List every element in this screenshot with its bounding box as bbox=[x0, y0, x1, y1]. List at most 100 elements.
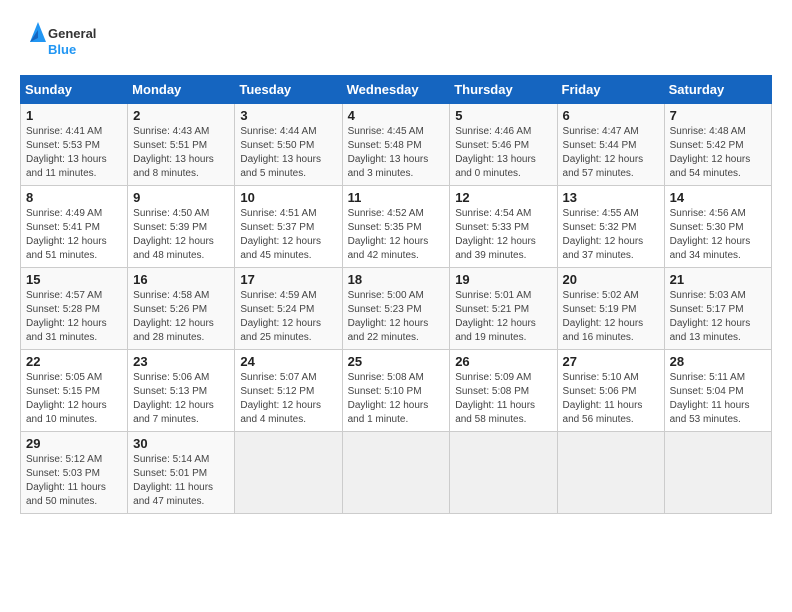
calendar-cell: 10 Sunrise: 4:51 AM Sunset: 5:37 PM Dayli… bbox=[235, 186, 342, 268]
calendar-cell: 24 Sunrise: 5:07 AM Sunset: 5:12 PM Dayli… bbox=[235, 350, 342, 432]
day-details: Sunrise: 5:08 AM Sunset: 5:10 PM Dayligh… bbox=[348, 371, 445, 427]
calendar-cell bbox=[664, 432, 771, 514]
day-details: Sunrise: 4:56 AM Sunset: 5:30 PM Dayligh… bbox=[670, 207, 766, 263]
day-header-sunday: Sunday bbox=[21, 76, 128, 104]
calendar-week-4: 22 Sunrise: 5:05 AM Sunset: 5:15 PM Dayli… bbox=[21, 350, 772, 432]
day-header-wednesday: Wednesday bbox=[342, 76, 450, 104]
calendar-cell: 5 Sunrise: 4:46 AM Sunset: 5:46 PM Daylig… bbox=[450, 104, 557, 186]
calendar-cell: 3Sunrise: 4:44 AM Sunset: 5:50 PM Daylig… bbox=[235, 104, 342, 186]
calendar-cell: 18 Sunrise: 5:00 AM Sunset: 5:23 PM Dayli… bbox=[342, 268, 450, 350]
day-number: 17 bbox=[240, 272, 336, 287]
day-number: 28 bbox=[670, 354, 766, 369]
calendar-cell: 30 Sunrise: 5:14 AM Sunset: 5:01 PM Dayli… bbox=[128, 432, 235, 514]
day-details: Sunrise: 4:46 AM Sunset: 5:46 PM Dayligh… bbox=[455, 125, 551, 181]
day-details: Sunrise: 4:41 AM Sunset: 5:53 PM Dayligh… bbox=[26, 125, 122, 181]
day-number: 1 bbox=[26, 108, 122, 123]
day-number: 30 bbox=[133, 436, 229, 451]
day-details: Sunrise: 5:14 AM Sunset: 5:01 PM Dayligh… bbox=[133, 453, 229, 509]
day-details: Sunrise: 4:55 AM Sunset: 5:32 PM Dayligh… bbox=[563, 207, 659, 263]
day-details: Sunrise: 5:09 AM Sunset: 5:08 PM Dayligh… bbox=[455, 371, 551, 427]
day-number: 21 bbox=[670, 272, 766, 287]
day-details: Sunrise: 4:49 AM Sunset: 5:41 PM Dayligh… bbox=[26, 207, 122, 263]
day-details: Sunrise: 4:57 AM Sunset: 5:28 PM Dayligh… bbox=[26, 289, 122, 345]
calendar-cell: 2 Sunrise: 4:43 AM Sunset: 5:51 PM Daylig… bbox=[128, 104, 235, 186]
calendar-week-5: 29 Sunrise: 5:12 AM Sunset: 5:03 PM Dayli… bbox=[21, 432, 772, 514]
calendar-cell: 12 Sunrise: 4:54 AM Sunset: 5:33 PM Dayli… bbox=[450, 186, 557, 268]
day-number: 20 bbox=[563, 272, 659, 287]
day-number: 29 bbox=[26, 436, 122, 451]
calendar-cell: 14 Sunrise: 4:56 AM Sunset: 5:30 PM Dayli… bbox=[664, 186, 771, 268]
day-number: 23 bbox=[133, 354, 229, 369]
calendar-cell: 9Sunrise: 4:50 AM Sunset: 5:39 PM Daylig… bbox=[128, 186, 235, 268]
calendar-cell bbox=[557, 432, 664, 514]
page-header: General Blue bbox=[20, 20, 772, 65]
calendar-week-1: 1 Sunrise: 4:41 AM Sunset: 5:53 PM Daylig… bbox=[21, 104, 772, 186]
day-details: Sunrise: 4:54 AM Sunset: 5:33 PM Dayligh… bbox=[455, 207, 551, 263]
day-number: 15 bbox=[26, 272, 122, 287]
day-number: 7 bbox=[670, 108, 766, 123]
calendar-cell: 1 Sunrise: 4:41 AM Sunset: 5:53 PM Daylig… bbox=[21, 104, 128, 186]
calendar-cell: 25 Sunrise: 5:08 AM Sunset: 5:10 PM Dayli… bbox=[342, 350, 450, 432]
day-details: Sunrise: 5:03 AM Sunset: 5:17 PM Dayligh… bbox=[670, 289, 766, 345]
calendar-week-3: 15 Sunrise: 4:57 AM Sunset: 5:28 PM Dayli… bbox=[21, 268, 772, 350]
calendar-cell: 21 Sunrise: 5:03 AM Sunset: 5:17 PM Dayli… bbox=[664, 268, 771, 350]
day-number: 4 bbox=[348, 108, 445, 123]
svg-text:General: General bbox=[48, 26, 96, 41]
day-number: 14 bbox=[670, 190, 766, 205]
day-number: 10 bbox=[240, 190, 336, 205]
calendar-cell: 26Sunrise: 5:09 AM Sunset: 5:08 PM Dayli… bbox=[450, 350, 557, 432]
calendar-cell: 22 Sunrise: 5:05 AM Sunset: 5:15 PM Dayli… bbox=[21, 350, 128, 432]
day-details: Sunrise: 4:52 AM Sunset: 5:35 PM Dayligh… bbox=[348, 207, 445, 263]
day-details: Sunrise: 5:00 AM Sunset: 5:23 PM Dayligh… bbox=[348, 289, 445, 345]
day-header-monday: Monday bbox=[128, 76, 235, 104]
day-number: 8 bbox=[26, 190, 122, 205]
calendar-cell: 13 Sunrise: 4:55 AM Sunset: 5:32 PM Dayli… bbox=[557, 186, 664, 268]
day-details: Sunrise: 4:59 AM Sunset: 5:24 PM Dayligh… bbox=[240, 289, 336, 345]
day-number: 6 bbox=[563, 108, 659, 123]
logo: General Blue bbox=[20, 20, 110, 65]
day-details: Sunrise: 5:10 AM Sunset: 5:06 PM Dayligh… bbox=[563, 371, 659, 427]
calendar-week-2: 8 Sunrise: 4:49 AM Sunset: 5:41 PM Daylig… bbox=[21, 186, 772, 268]
calendar-cell: 15 Sunrise: 4:57 AM Sunset: 5:28 PM Dayli… bbox=[21, 268, 128, 350]
calendar-cell: 17 Sunrise: 4:59 AM Sunset: 5:24 PM Dayli… bbox=[235, 268, 342, 350]
calendar-cell: 23 Sunrise: 5:06 AM Sunset: 5:13 PM Dayli… bbox=[128, 350, 235, 432]
day-number: 16 bbox=[133, 272, 229, 287]
day-details: Sunrise: 4:58 AM Sunset: 5:26 PM Dayligh… bbox=[133, 289, 229, 345]
svg-text:Blue: Blue bbox=[48, 42, 76, 57]
day-number: 9 bbox=[133, 190, 229, 205]
day-number: 2 bbox=[133, 108, 229, 123]
day-number: 12 bbox=[455, 190, 551, 205]
day-details: Sunrise: 5:12 AM Sunset: 5:03 PM Dayligh… bbox=[26, 453, 122, 509]
calendar-cell: 19Sunrise: 5:01 AM Sunset: 5:21 PM Dayli… bbox=[450, 268, 557, 350]
logo-svg: General Blue bbox=[20, 20, 110, 65]
calendar-table: SundayMondayTuesdayWednesdayThursdayFrid… bbox=[20, 75, 772, 514]
calendar-cell: 16 Sunrise: 4:58 AM Sunset: 5:26 PM Dayli… bbox=[128, 268, 235, 350]
day-details: Sunrise: 4:48 AM Sunset: 5:42 PM Dayligh… bbox=[670, 125, 766, 181]
calendar-cell: 20 Sunrise: 5:02 AM Sunset: 5:19 PM Dayli… bbox=[557, 268, 664, 350]
day-number: 22 bbox=[26, 354, 122, 369]
day-number: 3 bbox=[240, 108, 336, 123]
calendar-cell: 7 Sunrise: 4:48 AM Sunset: 5:42 PM Daylig… bbox=[664, 104, 771, 186]
day-number: 24 bbox=[240, 354, 336, 369]
calendar-cell: 11Sunrise: 4:52 AM Sunset: 5:35 PM Dayli… bbox=[342, 186, 450, 268]
day-details: Sunrise: 5:06 AM Sunset: 5:13 PM Dayligh… bbox=[133, 371, 229, 427]
day-details: Sunrise: 5:07 AM Sunset: 5:12 PM Dayligh… bbox=[240, 371, 336, 427]
day-details: Sunrise: 4:51 AM Sunset: 5:37 PM Dayligh… bbox=[240, 207, 336, 263]
day-header-tuesday: Tuesday bbox=[235, 76, 342, 104]
calendar-cell: 28 Sunrise: 5:11 AM Sunset: 5:04 PM Dayli… bbox=[664, 350, 771, 432]
calendar-cell bbox=[450, 432, 557, 514]
day-number: 25 bbox=[348, 354, 445, 369]
day-details: Sunrise: 5:05 AM Sunset: 5:15 PM Dayligh… bbox=[26, 371, 122, 427]
day-number: 18 bbox=[348, 272, 445, 287]
day-number: 13 bbox=[563, 190, 659, 205]
calendar-cell bbox=[235, 432, 342, 514]
day-details: Sunrise: 5:02 AM Sunset: 5:19 PM Dayligh… bbox=[563, 289, 659, 345]
day-details: Sunrise: 5:11 AM Sunset: 5:04 PM Dayligh… bbox=[670, 371, 766, 427]
day-details: Sunrise: 4:47 AM Sunset: 5:44 PM Dayligh… bbox=[563, 125, 659, 181]
calendar-cell: 27Sunrise: 5:10 AM Sunset: 5:06 PM Dayli… bbox=[557, 350, 664, 432]
day-details: Sunrise: 4:45 AM Sunset: 5:48 PM Dayligh… bbox=[348, 125, 445, 181]
day-header-saturday: Saturday bbox=[664, 76, 771, 104]
day-number: 5 bbox=[455, 108, 551, 123]
day-details: Sunrise: 4:43 AM Sunset: 5:51 PM Dayligh… bbox=[133, 125, 229, 181]
calendar-cell: 4 Sunrise: 4:45 AM Sunset: 5:48 PM Daylig… bbox=[342, 104, 450, 186]
